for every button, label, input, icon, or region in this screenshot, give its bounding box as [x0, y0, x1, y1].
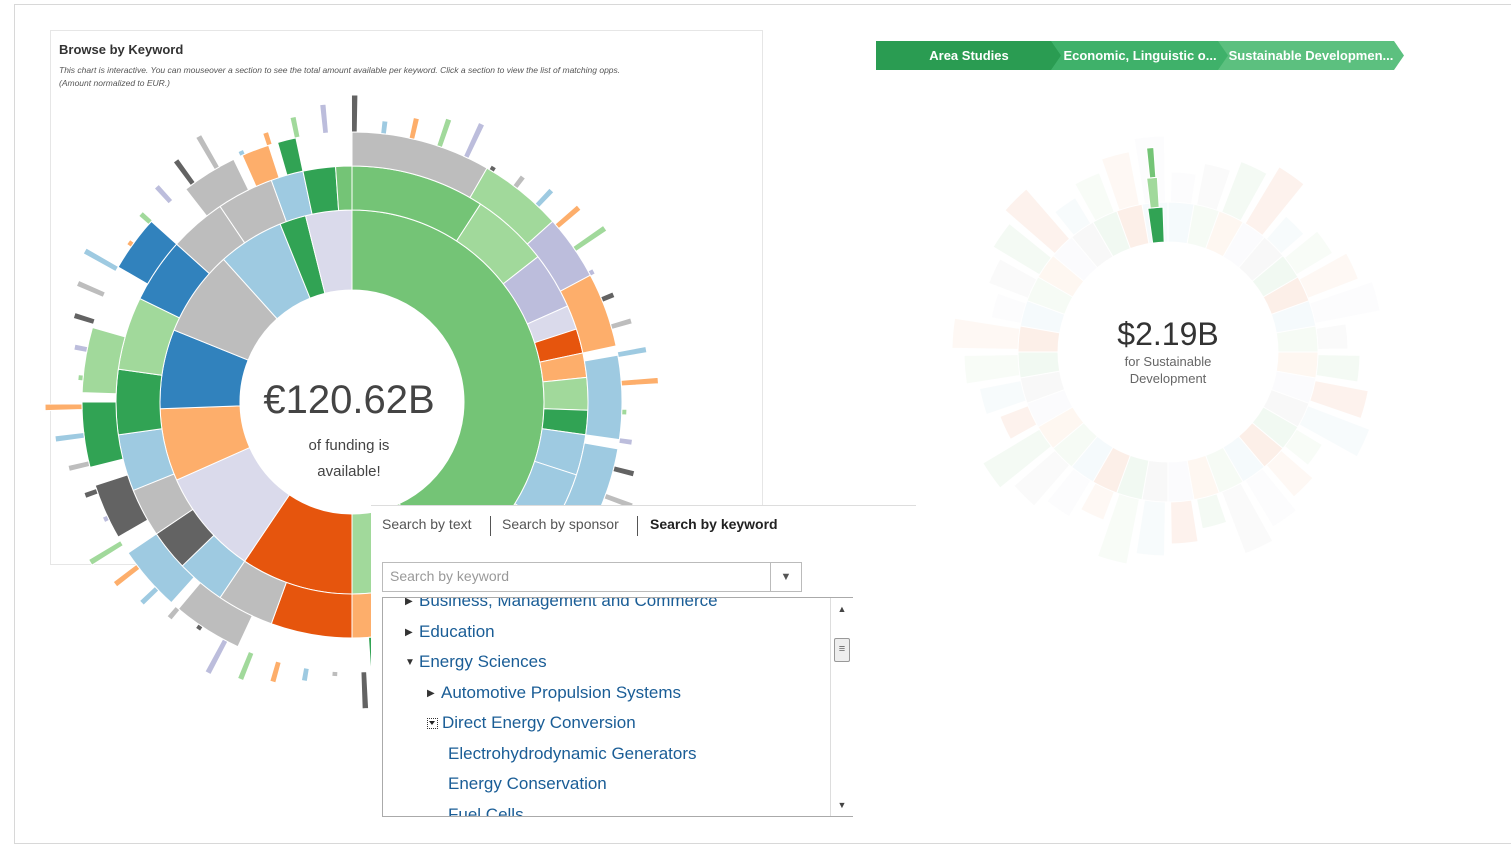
- tree-item-label: Energy Conservation: [448, 774, 607, 793]
- sunburst-sliver[interactable]: [77, 374, 84, 382]
- sunburst-leaf-segment[interactable]: [583, 354, 623, 441]
- faded-sunburst-segment[interactable]: [1315, 323, 1349, 350]
- sunburst-sliver[interactable]: [408, 116, 421, 140]
- sunburst-sliver[interactable]: [554, 204, 582, 230]
- sunburst-sliver[interactable]: [621, 408, 628, 416]
- tree-item-label: Direct Energy Conversion: [442, 713, 636, 732]
- sunburst-sliver[interactable]: [195, 133, 221, 171]
- sunburst-sliver[interactable]: [618, 437, 634, 446]
- keyword-search-input[interactable]: [383, 563, 777, 589]
- sunburst-sliver[interactable]: [269, 660, 282, 684]
- sunburst-sliver[interactable]: [138, 585, 160, 606]
- breadcrumb-area-studies[interactable]: Area Studies: [876, 41, 1062, 70]
- keyword-combobox[interactable]: ▼: [382, 562, 802, 592]
- tree-item-automotive[interactable]: ▶ Automotive Propulsion Systems: [427, 681, 681, 705]
- tree-item-label: Education: [419, 622, 495, 641]
- faded-sunburst-segment[interactable]: [1135, 499, 1166, 557]
- sunburst-sliver[interactable]: [44, 403, 83, 412]
- sunburst-sliver[interactable]: [512, 174, 527, 190]
- tree-scrollbar[interactable]: ▲ ≡ ▼: [830, 598, 853, 816]
- sunburst-sliver[interactable]: [75, 279, 107, 299]
- sunburst-sliver[interactable]: [612, 465, 636, 478]
- tab-divider: [637, 516, 638, 536]
- sunburst-sliver[interactable]: [462, 121, 486, 160]
- tab-divider: [490, 516, 491, 536]
- caret-right-icon[interactable]: ▶: [405, 598, 419, 614]
- tree-item-label: Automotive Propulsion Systems: [441, 683, 681, 702]
- sunburst-sliver[interactable]: [289, 115, 301, 139]
- sunburst-sliver[interactable]: [87, 539, 124, 566]
- sunburst-outer-segment[interactable]: [542, 376, 589, 411]
- scroll-thumb[interactable]: ≡: [834, 638, 850, 662]
- sunburst-sliver[interactable]: [236, 650, 255, 682]
- tree-item-education[interactable]: ▶ Education: [405, 620, 495, 644]
- expand-checkbox-icon[interactable]: [427, 718, 438, 730]
- total-funding-caption-2: available!: [317, 463, 381, 480]
- sunburst-sliver[interactable]: [350, 94, 359, 133]
- chevron-down-icon[interactable]: ▼: [770, 563, 801, 591]
- sunburst-leaf-segment[interactable]: [276, 137, 304, 176]
- tab-search-by-text[interactable]: Search by text: [382, 516, 472, 532]
- zoomed-amount: $2.19B: [1117, 316, 1219, 352]
- total-funding-caption-1: of funding is: [308, 437, 390, 454]
- breadcrumb-sustainable-development[interactable]: Sustainable Developmen...: [1218, 41, 1404, 70]
- sunburst-sliver[interactable]: [204, 638, 229, 676]
- zoomed-caption-1: for Sustainable: [1124, 354, 1212, 369]
- sunburst-sliver[interactable]: [620, 376, 659, 387]
- sunburst-sliver[interactable]: [600, 291, 616, 303]
- caret-down-icon[interactable]: ▼: [405, 651, 419, 675]
- tree-item-business[interactable]: ▶ Business, Management and Commerce: [405, 597, 718, 614]
- sunburst-sliver[interactable]: [67, 460, 91, 473]
- faded-sunburst-segment[interactable]: [1196, 493, 1228, 530]
- tree-item-energy-conservation[interactable]: Energy Conservation: [448, 772, 607, 796]
- sunburst-sliver[interactable]: [54, 432, 85, 443]
- sunburst-sliver[interactable]: [262, 131, 273, 147]
- tree-item-direct-energy[interactable]: Direct Energy Conversion: [427, 711, 636, 735]
- sunburst-sliver[interactable]: [360, 671, 370, 710]
- sunburst-sliver[interactable]: [138, 210, 154, 226]
- tree-item-label: Fuel Cells: [448, 805, 524, 817]
- faded-sunburst-segment[interactable]: [1170, 171, 1197, 205]
- sunburst-outer-segment[interactable]: [115, 368, 163, 436]
- total-funding-amount: €120.62B: [263, 378, 435, 422]
- breadcrumb-economic-linguistic[interactable]: Economic, Linguistic o...: [1051, 41, 1229, 70]
- sunburst-sliver[interactable]: [380, 120, 389, 135]
- sunburst-sliver[interactable]: [83, 487, 99, 499]
- zoomed-caption-2: Development: [1129, 371, 1207, 386]
- tab-search-by-sponsor[interactable]: Search by sponsor: [502, 516, 619, 532]
- sunburst-sliver[interactable]: [72, 311, 96, 326]
- tree-item-label: Business, Management and Commerce: [419, 597, 718, 610]
- sunburst-sliver[interactable]: [73, 343, 89, 353]
- sunburst-sliver[interactable]: [153, 183, 174, 205]
- keyword-tree: ▶ Business, Management and Commerce ▶ Educ…: [382, 597, 853, 817]
- tree-item-label: Electrohydrodynamic Generators: [448, 744, 697, 763]
- scroll-down-icon[interactable]: ▼: [831, 796, 853, 814]
- caret-right-icon[interactable]: ▶: [405, 621, 419, 645]
- sunburst-sliver[interactable]: [166, 605, 181, 621]
- sunburst-outer-segment[interactable]: [335, 165, 353, 212]
- faded-sunburst-segment[interactable]: [963, 354, 1021, 385]
- sunburst-sliver[interactable]: [331, 670, 339, 678]
- sunburst-sliver[interactable]: [172, 157, 196, 187]
- tree-item-label: Energy Sciences: [419, 652, 547, 671]
- tab-search-by-keyword[interactable]: Search by keyword: [650, 516, 778, 532]
- faded-sunburst-segment[interactable]: [990, 292, 1027, 324]
- caret-right-icon[interactable]: ▶: [427, 682, 441, 706]
- sunburst-sliver[interactable]: [534, 187, 555, 209]
- faded-sunburst-segment[interactable]: [1170, 499, 1199, 545]
- sunburst-sliver[interactable]: [609, 317, 633, 331]
- faded-sunburst-segment[interactable]: [951, 317, 1021, 350]
- tree-item-electrohydrodynamic[interactable]: Electrohydrodynamic Generators: [448, 742, 697, 766]
- tree-item-fuel-cells[interactable]: Fuel Cells: [448, 803, 524, 817]
- sunburst-sliver[interactable]: [616, 345, 648, 359]
- sunburst-sliver[interactable]: [319, 103, 330, 135]
- tree-item-energy-sciences[interactable]: ▼ Energy Sciences: [405, 650, 547, 674]
- sunburst-sliver[interactable]: [572, 224, 608, 253]
- faded-sunburst-segment[interactable]: [1315, 354, 1361, 383]
- sunburst-sliver[interactable]: [112, 563, 141, 588]
- sunburst-sliver[interactable]: [436, 117, 453, 149]
- sunburst-sliver[interactable]: [82, 247, 120, 273]
- sunburst-sliver[interactable]: [300, 667, 310, 683]
- scroll-up-icon[interactable]: ▲: [831, 600, 853, 618]
